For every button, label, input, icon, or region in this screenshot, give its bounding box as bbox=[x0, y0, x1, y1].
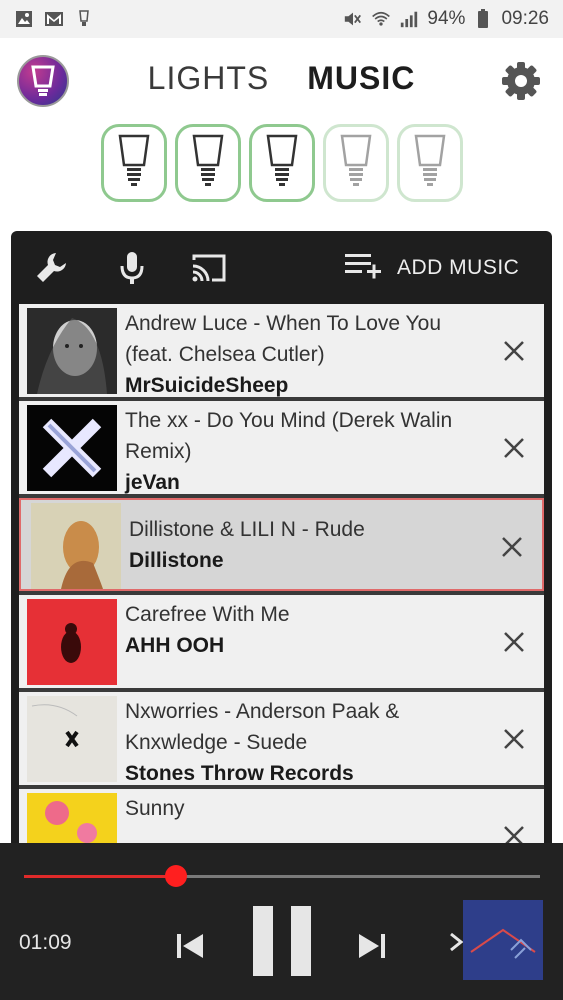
tab-lights[interactable]: LIGHTS bbox=[148, 60, 270, 104]
track-title: Carefree With Me bbox=[125, 603, 290, 626]
status-bar: 94% 09:26 bbox=[0, 0, 563, 38]
music-toolbar: ADD MUSIC bbox=[11, 231, 552, 303]
track-artist: Stones Throw Records bbox=[125, 762, 354, 785]
add-music-label: ADD MUSIC bbox=[397, 256, 520, 279]
close-icon[interactable] bbox=[500, 535, 524, 559]
track-row[interactable]: Dillistone & LILI N - Rude Dillistone bbox=[19, 498, 544, 591]
bulb-toggle-4[interactable] bbox=[323, 124, 389, 202]
track-row[interactable]: Nxworries - Anderson Paak & Knxwledge - … bbox=[19, 692, 544, 785]
track-row[interactable]: Carefree With Me AHH OOH bbox=[19, 595, 544, 688]
album-artwork bbox=[27, 308, 117, 394]
cast-icon[interactable] bbox=[190, 249, 228, 287]
gmail-icon bbox=[44, 9, 64, 29]
progress-thumb[interactable] bbox=[165, 865, 188, 887]
gear-icon[interactable] bbox=[500, 60, 542, 102]
player-bar: 01:09 bbox=[0, 843, 563, 1000]
track-artist: AHH OOH bbox=[125, 634, 225, 657]
close-icon[interactable] bbox=[502, 436, 526, 460]
album-artwork bbox=[27, 405, 117, 491]
bulb-toggle-5[interactable] bbox=[397, 124, 463, 202]
track-info: Dillistone & LILI N - Rude Dillistone bbox=[129, 514, 489, 576]
progress-fill bbox=[24, 875, 177, 878]
next-icon[interactable] bbox=[354, 928, 390, 964]
track-title: Andrew Luce - When To Love You (feat. Ch… bbox=[125, 312, 441, 366]
album-artwork bbox=[27, 696, 117, 782]
tab-music[interactable]: MUSIC bbox=[307, 60, 415, 104]
mute-icon bbox=[343, 9, 363, 29]
music-panel: ADD MUSIC Andrew Luce - When To Love You… bbox=[11, 231, 552, 871]
lightbulb-icon bbox=[265, 133, 299, 194]
signal-icon bbox=[399, 9, 419, 29]
bulb-toggle-3[interactable] bbox=[249, 124, 315, 202]
close-icon[interactable] bbox=[502, 339, 526, 363]
track-info: The xx - Do You Mind (Derek Walin Remix)… bbox=[125, 405, 485, 498]
close-icon[interactable] bbox=[502, 630, 526, 654]
lightbulb-icon bbox=[339, 133, 373, 194]
bulb-toggle-2[interactable] bbox=[175, 124, 241, 202]
bulb-toggle-1[interactable] bbox=[101, 124, 167, 202]
track-title: Nxworries - Anderson Paak & Knxwledge - … bbox=[125, 700, 400, 754]
gallery-icon bbox=[14, 9, 34, 29]
battery-icon bbox=[473, 9, 493, 29]
microphone-icon[interactable] bbox=[113, 249, 151, 287]
mode-tabs: LIGHTS MUSIC bbox=[0, 60, 563, 104]
track-title: The xx - Do You Mind (Derek Walin Remix) bbox=[125, 409, 453, 463]
track-title: Dillistone & LILI N - Rude bbox=[129, 518, 365, 541]
now-playing-artwork[interactable] bbox=[463, 900, 543, 980]
lightbulb-icon bbox=[117, 133, 151, 194]
clock: 09:26 bbox=[501, 8, 549, 29]
album-artwork bbox=[31, 503, 121, 589]
track-row[interactable]: The xx - Do You Mind (Derek Walin Remix)… bbox=[19, 401, 544, 494]
track-row[interactable]: Andrew Luce - When To Love You (feat. Ch… bbox=[19, 304, 544, 397]
track-info: Carefree With Me AHH OOH bbox=[125, 599, 485, 661]
close-icon[interactable] bbox=[502, 727, 526, 751]
lightbulb-icon bbox=[413, 133, 447, 194]
pause-icon[interactable] bbox=[249, 905, 315, 977]
battery-percent: 94% bbox=[427, 8, 466, 29]
track-info: Andrew Luce - When To Love You (feat. Ch… bbox=[125, 308, 485, 401]
wrench-icon[interactable] bbox=[33, 249, 71, 287]
track-info: Sunny bbox=[125, 793, 485, 824]
previous-icon[interactable] bbox=[172, 928, 208, 964]
progress-bar[interactable] bbox=[24, 865, 540, 887]
track-title: Sunny bbox=[125, 797, 185, 820]
light-bulb-row bbox=[101, 124, 463, 202]
track-artist: Dillistone bbox=[129, 549, 224, 572]
elapsed-time: 01:09 bbox=[19, 931, 72, 954]
track-artist: MrSuicideSheep bbox=[125, 374, 289, 397]
lightbulb-icon bbox=[191, 133, 225, 194]
wifi-icon bbox=[371, 9, 391, 29]
track-info: Nxworries - Anderson Paak & Knxwledge - … bbox=[125, 696, 485, 789]
track-artist: jeVan bbox=[125, 471, 180, 494]
add-music-button[interactable]: ADD MUSIC bbox=[343, 249, 519, 287]
track-list[interactable]: Andrew Luce - When To Love You (feat. Ch… bbox=[19, 304, 544, 871]
bulb-notification-icon bbox=[74, 9, 94, 29]
album-artwork bbox=[27, 599, 117, 685]
playlist-add-icon bbox=[343, 250, 383, 286]
